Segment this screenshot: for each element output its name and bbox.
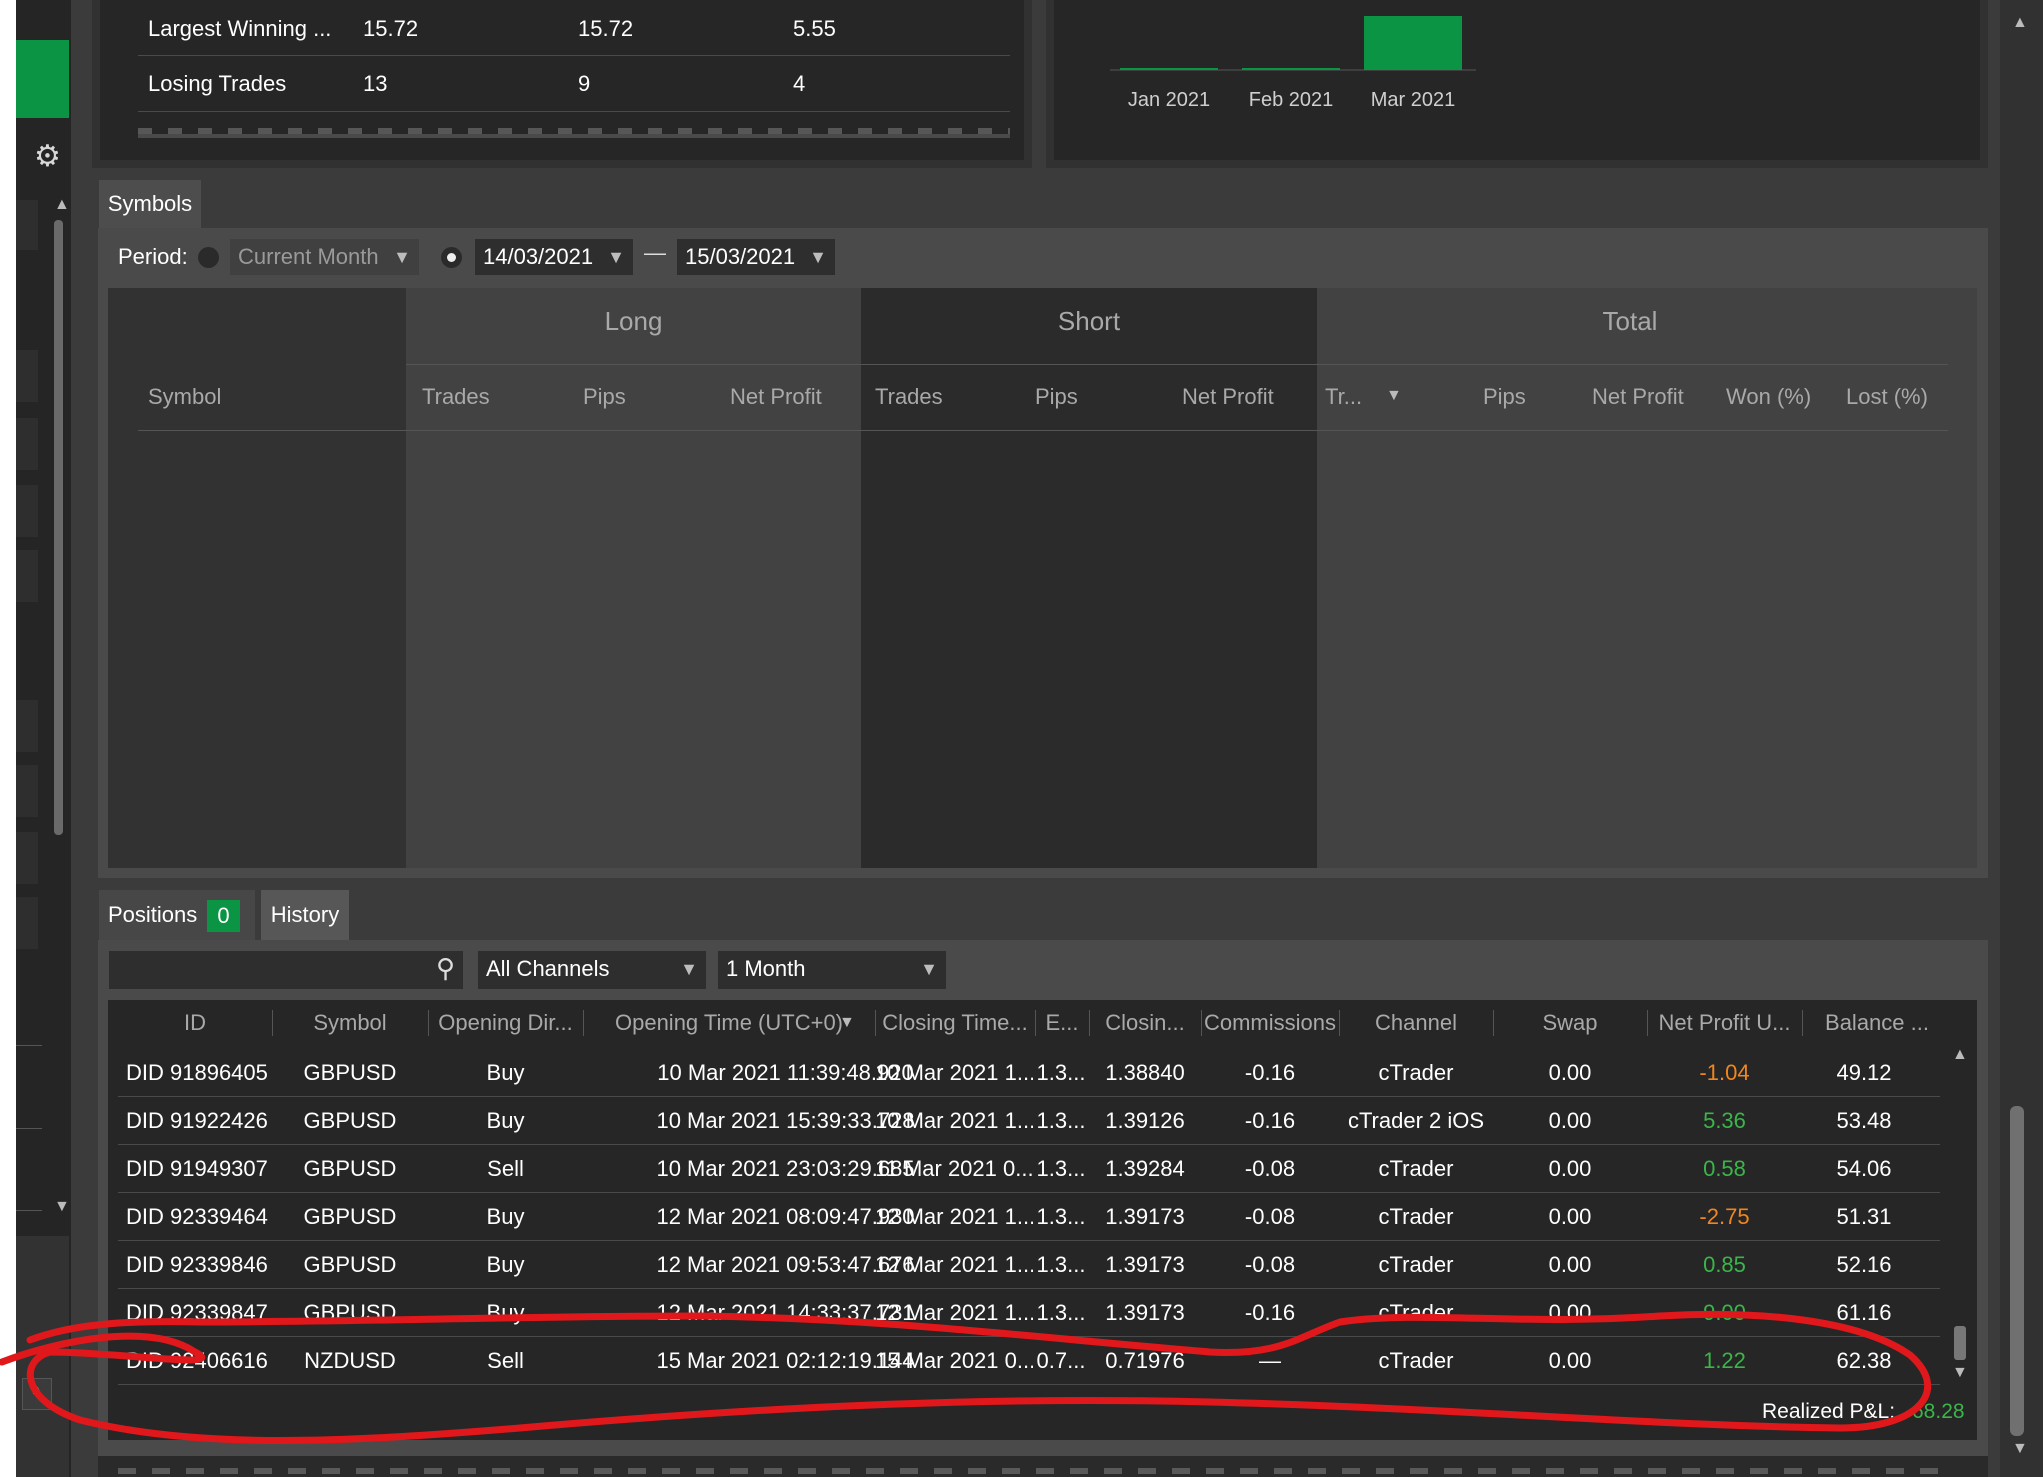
- red-annotation-circle: [0, 1310, 1932, 1444]
- app-window: ⚙ ▲ ▼ ^ Largest Winning ... 15.72 15.72 5.5…: [0, 0, 2043, 1477]
